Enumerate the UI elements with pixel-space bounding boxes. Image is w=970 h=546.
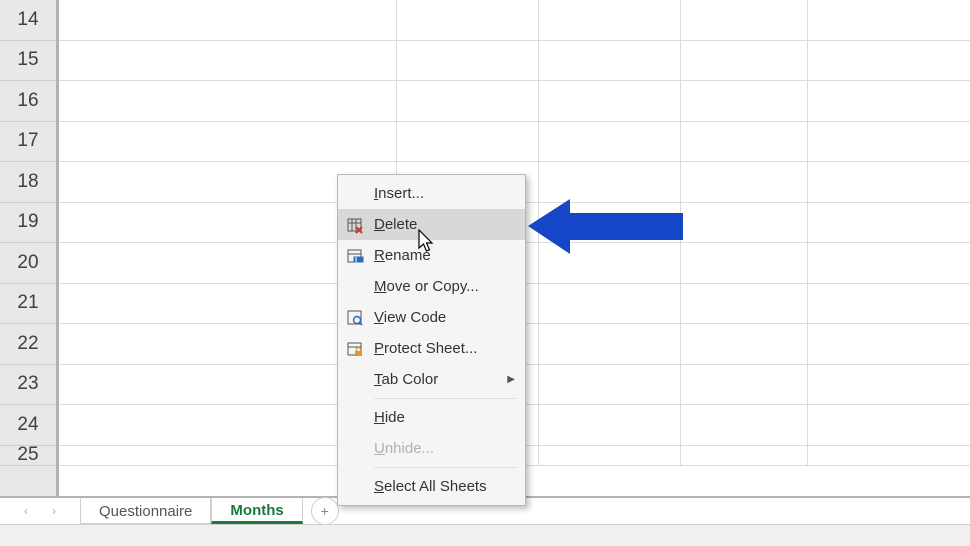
annotation-arrow-icon	[528, 199, 683, 254]
menu-label: Select All Sheets	[374, 478, 515, 495]
tabs: Questionnaire Months	[80, 498, 303, 524]
row-header[interactable]: 24	[0, 405, 56, 446]
menu-view-code[interactable]: View Code	[338, 302, 525, 333]
menu-label: View Code	[374, 309, 515, 326]
menu-label: Move or Copy...	[374, 278, 515, 295]
rename-sheet-icon	[346, 247, 374, 265]
tab-nav-arrows: ‹ ›	[0, 504, 80, 518]
menu-unhide: Unhide...	[338, 433, 525, 464]
add-sheet-button[interactable]: +	[311, 497, 339, 525]
menu-label: Insert...	[374, 185, 515, 202]
menu-separator	[374, 398, 517, 399]
menu-label: Tab Color	[374, 371, 507, 388]
row-header[interactable]: 19	[0, 203, 56, 244]
delete-sheet-icon	[346, 216, 374, 234]
tab-questionnaire[interactable]: Questionnaire	[80, 498, 211, 524]
row-header[interactable]: 15	[0, 41, 56, 82]
menu-separator	[374, 467, 517, 468]
menu-select-all-sheets[interactable]: Select All Sheets	[338, 471, 525, 502]
sheet-context-menu: Insert... Delete Rename Move or Copy... …	[337, 174, 526, 506]
menu-move-copy[interactable]: Move or Copy...	[338, 271, 525, 302]
menu-label: Rename	[374, 247, 515, 264]
menu-label: Delete	[374, 216, 515, 233]
menu-tab-color[interactable]: Tab Color ▶	[338, 364, 525, 395]
status-bar	[0, 524, 970, 546]
row-headers: 14 15 16 17 18 19 20 21 22 23 24 25	[0, 0, 59, 506]
menu-label: Unhide...	[374, 440, 515, 457]
protect-sheet-icon	[346, 340, 374, 358]
row-header[interactable]: 17	[0, 122, 56, 163]
row-header[interactable]: 23	[0, 365, 56, 406]
menu-rename[interactable]: Rename	[338, 240, 525, 271]
row-header[interactable]: 18	[0, 162, 56, 203]
tab-nav-prev-icon[interactable]: ‹	[24, 504, 28, 518]
menu-protect-sheet[interactable]: Protect Sheet...	[338, 333, 525, 364]
menu-insert[interactable]: Insert...	[338, 178, 525, 209]
row-header[interactable]: 16	[0, 81, 56, 122]
row-header[interactable]: 25	[0, 446, 56, 466]
menu-label: Protect Sheet...	[374, 340, 515, 357]
submenu-arrow-icon: ▶	[507, 374, 515, 385]
row-header[interactable]: 22	[0, 324, 56, 365]
menu-delete[interactable]: Delete	[338, 209, 525, 240]
view-code-icon	[346, 309, 374, 327]
tab-months[interactable]: Months	[211, 498, 302, 524]
tab-nav-next-icon[interactable]: ›	[52, 504, 56, 518]
menu-hide[interactable]: Hide	[338, 402, 525, 433]
menu-label: Hide	[374, 409, 515, 426]
row-header[interactable]: 21	[0, 284, 56, 325]
row-header[interactable]: 20	[0, 243, 56, 284]
row-header[interactable]: 14	[0, 0, 56, 41]
